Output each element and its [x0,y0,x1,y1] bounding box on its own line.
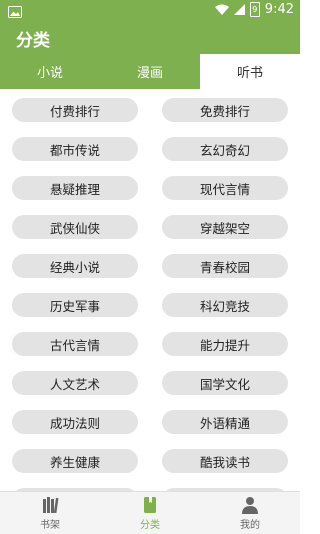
tab-label: 小说 [36,66,63,81]
person-icon [242,497,258,514]
category-grid: 付费排行 免费排行 都市传说 玄幻奇幻 悬疑推理 现代言情 武侠仙侠 穿越架空 … [0,89,300,491]
status-bar: 9 9:42 [0,0,300,20]
category-button[interactable]: 都市传说 [12,137,138,161]
category-button[interactable]: 养生健康 [12,449,138,473]
category-row: 经典小说 青春校园 [0,254,300,278]
category-row: 都市传说 玄幻奇幻 [0,137,300,161]
category-row: 人文艺术 国学文化 [0,371,300,395]
category-button[interactable]: 古代言情 [12,332,138,356]
cell-signal-icon [233,4,245,15]
category-button[interactable]: 酷我读书 [162,449,288,473]
tab-label: 漫画 [136,66,163,81]
category-button[interactable]: 成功法则 [12,410,138,434]
category-button[interactable]: 经典小说 [12,254,138,278]
tab-bar: 小说 漫画 听书 [0,54,300,89]
bookshelf-icon [43,497,59,514]
bottom-nav: 书架 分类 我的 [0,491,300,534]
category-button[interactable]: 玄幻奇幻 [162,137,288,161]
category-book-icon [144,497,156,513]
tab-label: 听书 [236,66,263,81]
category-button[interactable]: 付费排行 [12,98,138,122]
nav-bookshelf[interactable]: 书架 [0,492,100,534]
nav-label: 书架 [40,520,60,531]
category-button[interactable]: 能力提升 [162,332,288,356]
category-row: 悬疑推理 现代言情 [0,176,300,200]
category-row: 武侠仙侠 穿越架空 [0,215,300,239]
category-button[interactable]: 青春校园 [162,254,288,278]
category-row: 养生健康 酷我读书 [0,449,300,473]
category-button[interactable]: 国学文化 [162,371,288,395]
category-button[interactable]: 武侠仙侠 [12,215,138,239]
category-button[interactable]: 悬疑推理 [12,176,138,200]
battery-level: 9 [252,5,258,14]
category-button[interactable]: 免费排行 [162,98,288,122]
category-button[interactable]: 科幻竞技 [162,293,288,317]
gallery-notification-icon [8,3,22,22]
category-button[interactable]: 历史军事 [12,293,138,317]
category-button[interactable]: 人文艺术 [12,371,138,395]
nav-label: 分类 [140,520,160,531]
category-row: 成功法则 外语精通 [0,410,300,434]
category-row: 古代言情 能力提升 [0,332,300,356]
nav-profile[interactable]: 我的 [200,492,300,534]
battery-icon: 9 [249,2,260,17]
category-button[interactable]: 外语精通 [162,410,288,434]
wifi-icon [214,4,229,15]
nav-category[interactable]: 分类 [100,492,200,534]
tab-novel[interactable]: 小说 [0,54,100,89]
category-row: 历史军事 科幻竞技 [0,293,300,317]
tab-comic[interactable]: 漫画 [100,54,200,89]
category-button[interactable]: 现代言情 [162,176,288,200]
tab-audiobook[interactable]: 听书 [200,54,300,89]
category-button[interactable]: 穿越架空 [162,215,288,239]
nav-label: 我的 [240,520,260,531]
status-time: 9:42 [264,2,294,17]
app-header: 9 9:42 分类 小说 漫画 听书 [0,0,300,89]
status-indicators: 9 9:42 [214,2,294,17]
category-row: 付费排行 免费排行 [0,98,300,122]
page-title: 分类 [16,31,50,51]
